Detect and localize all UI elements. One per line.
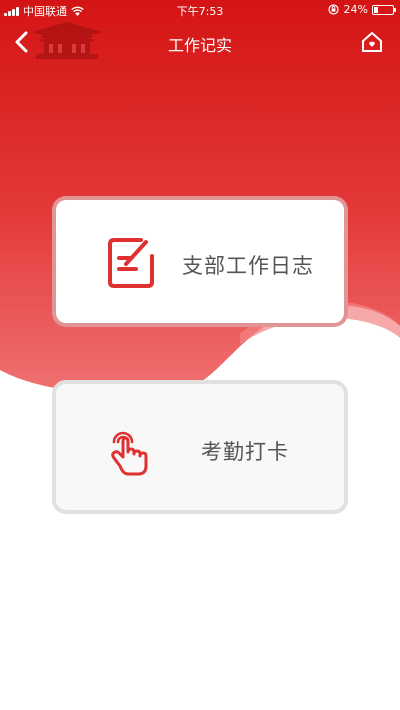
notebook-pen-icon (108, 238, 154, 288)
battery-fill (374, 6, 378, 13)
page-title: 工作记实 (167, 36, 232, 55)
home-icon[interactable] (360, 30, 384, 54)
status-bar: 中国联通 下午7:53 24% (0, 0, 400, 20)
battery-icon (372, 4, 396, 15)
card-label-work-log: 支部工作日志 (182, 254, 314, 278)
card-label-attendance: 考勤打卡 (201, 440, 289, 464)
battery-percent: 24% (343, 3, 368, 16)
status-right: 24% (327, 3, 396, 16)
hand-tap-icon (111, 431, 148, 476)
branch-work-log-card[interactable]: 支部工作日志 (52, 196, 348, 327)
orientation-lock-icon (327, 4, 339, 15)
attendance-checkin-card[interactable]: 考勤打卡 (52, 380, 348, 514)
header-background (0, 0, 400, 395)
nav-bar: 工作记实 (0, 20, 400, 64)
